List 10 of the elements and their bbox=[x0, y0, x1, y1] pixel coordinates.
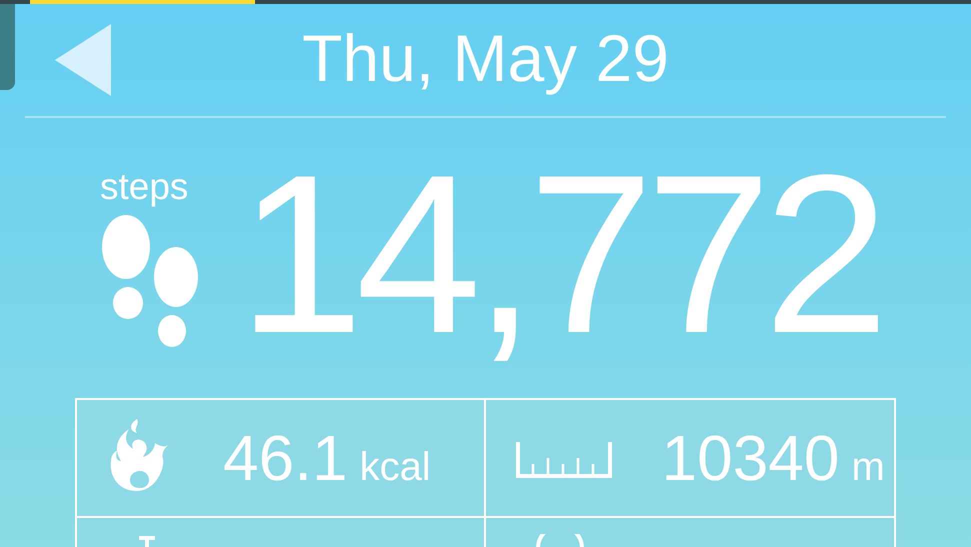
steps-label: steps bbox=[100, 168, 188, 205]
stat-unit: kcal bbox=[360, 447, 431, 487]
drawer-handle[interactable] bbox=[0, 4, 15, 90]
stat-value: 10340 bbox=[662, 426, 840, 490]
back-triangle-icon bbox=[55, 24, 111, 96]
date-title: Thu, May 29 bbox=[301, 25, 670, 95]
back-button[interactable] bbox=[55, 24, 111, 96]
steps-count: 14,772 bbox=[238, 136, 882, 372]
stat-unit: m bbox=[851, 447, 885, 487]
stat-value: 46.1 bbox=[223, 426, 348, 490]
